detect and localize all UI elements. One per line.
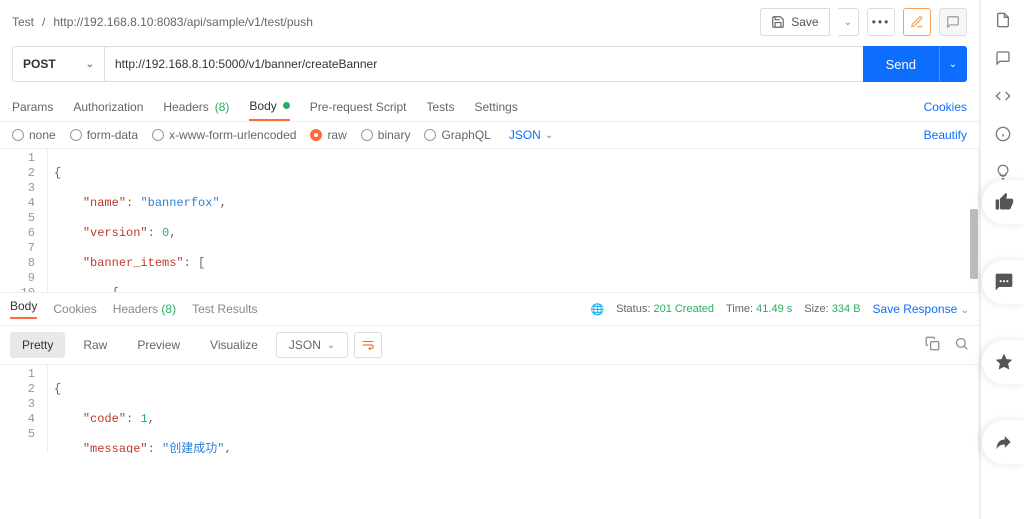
send-dropdown[interactable]: ⌄ bbox=[939, 46, 967, 82]
tab-authorization[interactable]: Authorization bbox=[73, 92, 143, 121]
tab-body-label: Body bbox=[249, 99, 276, 113]
feedback-share-button[interactable] bbox=[982, 420, 1024, 464]
breadcrumb-path[interactable]: http://192.168.8.10:8083/api/sample/v1/t… bbox=[53, 15, 313, 29]
thumbs-up-icon bbox=[994, 192, 1014, 212]
tab-body[interactable]: Body bbox=[249, 92, 289, 121]
resp-tab-headers-count: (8) bbox=[161, 302, 176, 316]
wrap-icon bbox=[361, 338, 375, 352]
comments-panel-icon[interactable] bbox=[995, 50, 1011, 66]
request-gutter: 12345678910 bbox=[0, 149, 48, 292]
body-type-form-data[interactable]: form-data bbox=[70, 128, 138, 142]
feedback-star-button[interactable] bbox=[982, 340, 1024, 384]
status-meta: Status: 201 Created bbox=[616, 303, 714, 315]
search-response-button[interactable] bbox=[954, 336, 969, 354]
size-meta: Size: 334 B bbox=[804, 303, 860, 315]
beautify-link[interactable]: Beautify bbox=[924, 128, 967, 142]
chevron-down-icon: ⌄ bbox=[949, 59, 957, 70]
breadcrumb-root[interactable]: Test bbox=[12, 15, 34, 29]
pencil-icon bbox=[910, 15, 924, 29]
active-dot-icon bbox=[283, 102, 290, 109]
tab-headers[interactable]: Headers (8) bbox=[163, 92, 229, 121]
response-gutter: 12345 bbox=[0, 365, 48, 453]
wrap-lines-button[interactable] bbox=[354, 332, 382, 358]
view-visualize[interactable]: Visualize bbox=[198, 332, 270, 358]
time-meta: Time: 41.49 s bbox=[726, 303, 792, 315]
feedback-thumbs-up-button[interactable] bbox=[982, 180, 1024, 224]
save-button-label: Save bbox=[791, 15, 818, 29]
lightbulb-panel-icon[interactable] bbox=[995, 164, 1011, 180]
edit-button[interactable] bbox=[903, 8, 931, 36]
url-input[interactable] bbox=[104, 46, 863, 82]
chevron-down-icon: ⌄ bbox=[844, 17, 852, 28]
save-button[interactable]: Save bbox=[760, 8, 829, 36]
request-body-editor[interactable]: 12345678910 { "name": "bannerfox", "vers… bbox=[0, 149, 979, 292]
code-panel-icon[interactable] bbox=[995, 88, 1011, 104]
breadcrumb-sep: / bbox=[42, 15, 45, 29]
cookies-link[interactable]: Cookies bbox=[924, 100, 967, 114]
body-type-none[interactable]: none bbox=[12, 128, 56, 142]
info-panel-icon[interactable] bbox=[995, 126, 1011, 142]
body-type-binary[interactable]: binary bbox=[361, 128, 411, 142]
body-format-label: JSON bbox=[509, 128, 541, 142]
save-response-button[interactable]: Save Response ⌄ bbox=[873, 302, 969, 316]
globe-icon[interactable]: 🌐 bbox=[590, 303, 604, 316]
resp-tab-cookies[interactable]: Cookies bbox=[53, 302, 96, 316]
body-type-graphql[interactable]: GraphQL bbox=[424, 128, 490, 142]
body-type-xwww[interactable]: x-www-form-urlencoded bbox=[152, 128, 296, 142]
tab-params[interactable]: Params bbox=[12, 92, 53, 121]
scrollbar[interactable] bbox=[970, 209, 978, 279]
view-pretty[interactable]: Pretty bbox=[10, 332, 65, 358]
star-icon bbox=[994, 352, 1014, 372]
tab-headers-label: Headers bbox=[163, 100, 208, 114]
comments-button[interactable] bbox=[939, 8, 967, 36]
body-type-raw[interactable]: raw bbox=[310, 128, 346, 142]
save-icon bbox=[771, 15, 785, 29]
resp-tab-headers-label: Headers bbox=[113, 302, 158, 316]
resp-format-label: JSON bbox=[289, 338, 321, 352]
save-dropdown[interactable]: ⌄ bbox=[838, 8, 859, 36]
tab-settings[interactable]: Settings bbox=[475, 92, 518, 121]
share-icon bbox=[994, 432, 1014, 452]
chat-bubble-icon bbox=[994, 272, 1014, 292]
resp-tab-headers[interactable]: Headers (8) bbox=[113, 302, 176, 316]
response-body-viewer[interactable]: 12345 { "code": 1, "message": "创建成功", "r… bbox=[0, 365, 979, 453]
tab-prerequest[interactable]: Pre-request Script bbox=[310, 92, 407, 121]
chevron-down-icon: ⌄ bbox=[545, 130, 553, 141]
tab-tests[interactable]: Tests bbox=[426, 92, 454, 121]
view-preview[interactable]: Preview bbox=[125, 332, 192, 358]
more-actions-button[interactable]: ••• bbox=[867, 8, 895, 36]
tab-headers-count: (8) bbox=[215, 100, 230, 114]
search-icon bbox=[954, 336, 969, 351]
resp-tab-results[interactable]: Test Results bbox=[192, 302, 257, 316]
send-button[interactable]: Send bbox=[863, 46, 939, 82]
comment-icon bbox=[946, 15, 960, 29]
resp-tab-body[interactable]: Body bbox=[10, 299, 37, 319]
feedback-chat-button[interactable] bbox=[982, 260, 1024, 304]
chevron-down-icon: ⌄ bbox=[86, 59, 94, 70]
body-format-select[interactable]: JSON ⌄ bbox=[509, 128, 553, 142]
resp-format-select[interactable]: JSON ⌄ bbox=[276, 332, 348, 358]
chevron-down-icon: ⌄ bbox=[961, 305, 969, 316]
chevron-down-icon: ⌄ bbox=[327, 340, 335, 351]
copy-response-button[interactable] bbox=[925, 336, 940, 354]
docs-panel-icon[interactable] bbox=[995, 12, 1011, 28]
view-raw[interactable]: Raw bbox=[71, 332, 119, 358]
copy-icon bbox=[925, 336, 940, 351]
dots-icon: ••• bbox=[872, 15, 891, 29]
method-select[interactable]: POST ⌄ bbox=[12, 46, 104, 82]
method-label: POST bbox=[23, 57, 56, 71]
